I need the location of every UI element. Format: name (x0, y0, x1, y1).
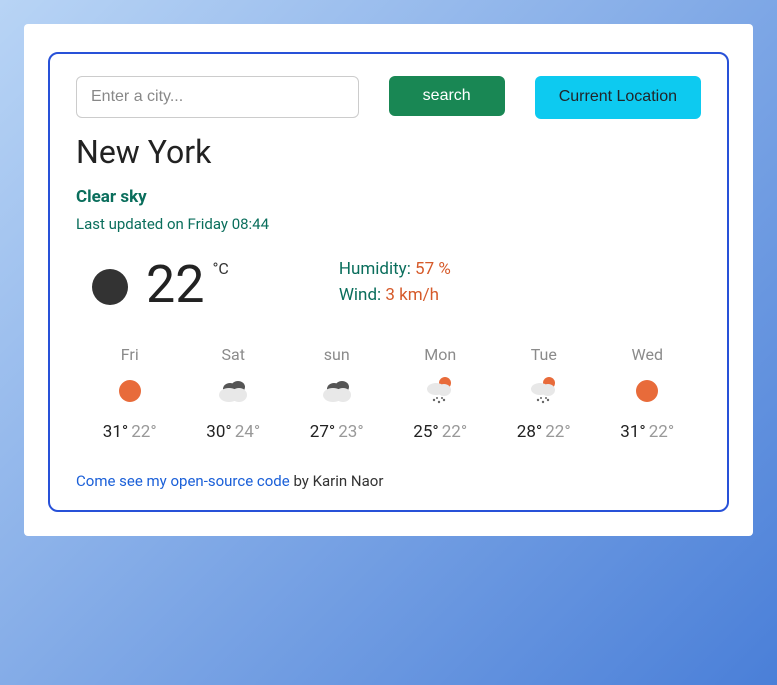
day-temps: 27°23° (287, 422, 387, 442)
current-weather-icon (92, 269, 128, 305)
day-hi: 30° (206, 422, 231, 442)
city-input[interactable] (76, 76, 359, 118)
day-temps: 25°22° (391, 422, 491, 442)
updated-prefix: Last updated on (76, 215, 188, 233)
day-hi: 28° (517, 422, 542, 442)
forecast-day: Tue 28°22° (494, 345, 594, 442)
day-lo: 22° (649, 422, 674, 442)
day-temps: 31°22° (80, 422, 180, 442)
day-hi: 31° (620, 422, 645, 442)
day-hi: 31° (103, 422, 128, 442)
humidity-label: Humidity: (339, 259, 411, 279)
day-name: Sat (184, 345, 284, 364)
wind-value: 3 km/h (385, 285, 439, 305)
day-name: Fri (80, 345, 180, 364)
forecast-day: sun 27°23° (287, 345, 387, 442)
wind-label: Wind: (339, 285, 381, 305)
day-icon (598, 376, 698, 406)
footer: Come see my open-source code by Karin Na… (76, 472, 701, 490)
day-lo: 23° (338, 422, 363, 442)
day-icon (184, 376, 284, 406)
day-hi: 25° (413, 422, 438, 442)
weather-card: search Current Location New York Clear s… (48, 52, 729, 512)
sun-icon (119, 380, 141, 402)
day-name: sun (287, 345, 387, 364)
temp-value: 22 (146, 259, 204, 311)
condition-text: Clear sky (76, 187, 701, 207)
cloud-icon (216, 379, 250, 403)
rain-sun-icon (425, 376, 455, 406)
day-icon (494, 376, 594, 406)
humidity-line: Humidity: 57 % (339, 259, 451, 279)
day-name: Mon (391, 345, 491, 364)
temp-unit: °C (212, 259, 228, 278)
day-icon (80, 376, 180, 406)
day-temps: 28°22° (494, 422, 594, 442)
rain-sun-icon (529, 376, 559, 406)
last-updated: Last updated on Friday 08:44 (76, 215, 701, 233)
forecast-day: Fri 31°22° (80, 345, 180, 442)
wind-line: Wind: 3 km/h (339, 285, 451, 305)
current-temp: 22 °C (146, 259, 229, 311)
search-button[interactable]: search (389, 76, 505, 116)
day-name: Wed (598, 345, 698, 364)
day-lo: 22° (442, 422, 467, 442)
weather-stats: Humidity: 57 % Wind: 3 km/h (339, 259, 451, 311)
day-temps: 30°24° (184, 422, 284, 442)
weather-app: search Current Location New York Clear s… (24, 24, 753, 536)
day-name: Tue (494, 345, 594, 364)
updated-time: Friday 08:44 (188, 215, 270, 233)
source-code-link[interactable]: Come see my open-source code (76, 472, 290, 490)
day-icon (287, 376, 387, 406)
day-lo: 24° (235, 422, 260, 442)
forecast-day: Sat 30°24° (184, 345, 284, 442)
day-icon (391, 376, 491, 406)
day-lo: 22° (545, 422, 570, 442)
search-row: search Current Location (76, 76, 701, 119)
day-lo: 22° (131, 422, 156, 442)
city-name: New York (76, 133, 701, 171)
current-main: 22 °C (92, 259, 229, 311)
day-hi: 27° (310, 422, 335, 442)
day-temps: 31°22° (598, 422, 698, 442)
current-location-button[interactable]: Current Location (535, 76, 701, 119)
footer-author: by Karin Naor (290, 472, 384, 490)
forecast-row: Fri31°22°Sat30°24°sun27°23°Mon25°22°Tue2… (76, 345, 701, 442)
sun-icon (636, 380, 658, 402)
cloud-icon (320, 379, 354, 403)
current-weather: 22 °C Humidity: 57 % Wind: 3 km/h (92, 259, 701, 311)
forecast-day: Wed 31°22° (598, 345, 698, 442)
humidity-value: 57 % (415, 259, 451, 279)
forecast-day: Mon 25°22° (391, 345, 491, 442)
